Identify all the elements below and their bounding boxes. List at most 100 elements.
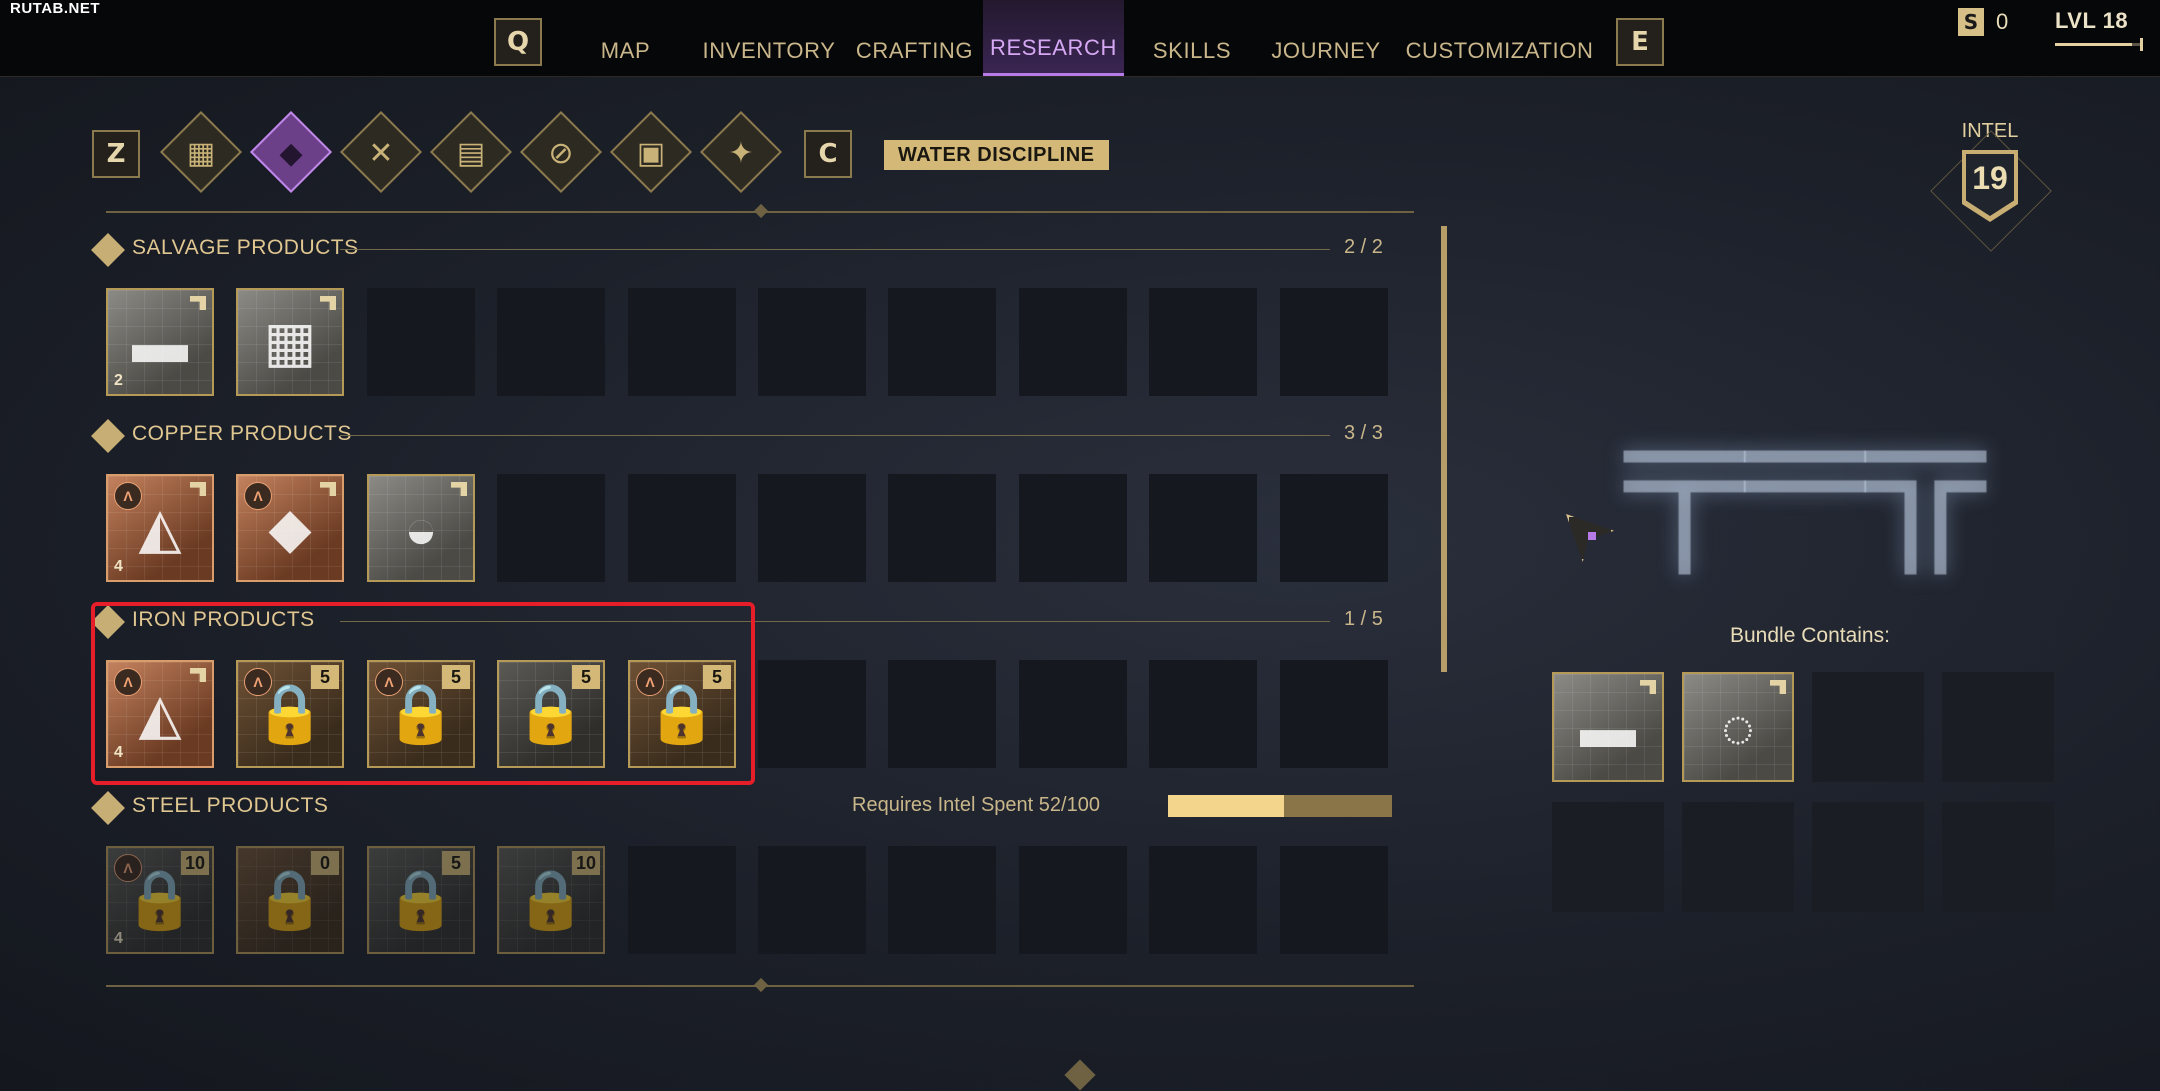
- copper-armor-item[interactable]: ◭ Λ 4: [106, 474, 214, 582]
- module-icon: ▣: [636, 136, 666, 170]
- intel-cost-badge: 10: [181, 851, 209, 875]
- bundle-empty-slot: [1812, 802, 1924, 912]
- stack-count: 4: [114, 930, 123, 947]
- cursor-dot: [1588, 532, 1596, 540]
- iron-products-highlight: [91, 602, 755, 785]
- sparkle-icon: ✦: [728, 136, 754, 170]
- currency-display: S 0: [1958, 8, 2008, 36]
- empty-slot: [1280, 474, 1388, 582]
- xp-progress-bar: [2055, 38, 2143, 51]
- bundle-empty-slot: [1942, 802, 2054, 912]
- section-icon-1: [91, 419, 125, 453]
- section-count: 2 / 2: [1344, 236, 1383, 258]
- tab-inventory[interactable]: INVENTORY: [701, 0, 837, 76]
- empty-slot: [888, 846, 996, 954]
- steel-locked-item-1[interactable]: 🔒 Λ 10 4: [106, 846, 214, 954]
- empty-slot: [888, 474, 996, 582]
- watermark: RUTAB.NET: [10, 0, 101, 17]
- empty-slot: [1149, 846, 1257, 954]
- salvage-smg-item[interactable]: ▬ 2: [106, 288, 214, 396]
- section-icon-0: [91, 233, 125, 267]
- empty-slot: [1280, 288, 1388, 396]
- section-count: 1 / 5: [1344, 608, 1383, 630]
- empty-slot: [1280, 846, 1388, 954]
- tier-icon: Λ: [114, 482, 142, 510]
- stack-count: 4: [114, 558, 123, 575]
- item-icon: ◌: [1721, 695, 1755, 759]
- player-level: LVL 18: [2055, 8, 2129, 33]
- empty-slot: [888, 660, 996, 768]
- section-underline: [340, 249, 1330, 250]
- item-icon: ◒: [404, 496, 438, 560]
- empty-slot: [888, 288, 996, 396]
- intel-cost-badge: 10: [572, 851, 600, 875]
- tab-skills[interactable]: SKILLS: [1148, 0, 1236, 76]
- section-icon-3: [91, 791, 125, 825]
- empty-slot: [1019, 288, 1127, 396]
- currency-icon: S: [1958, 8, 1984, 36]
- item-icon: ▬: [132, 310, 188, 374]
- empty-slot: [1019, 660, 1127, 768]
- empty-slot: [1019, 846, 1127, 954]
- salvage-workbench-item[interactable]: ▦: [236, 288, 344, 396]
- stack-count: 2: [114, 372, 123, 389]
- prev-discipline-key[interactable]: Z: [92, 130, 140, 178]
- intel-value: 19: [1972, 160, 2008, 196]
- steel-locked-item-2[interactable]: 🔒 0: [236, 846, 344, 954]
- tab-research[interactable]: RESEARCH: [983, 0, 1124, 76]
- empty-slot: [758, 660, 866, 768]
- copper-helmet-item[interactable]: ◒: [367, 474, 475, 582]
- bundle-empty-slot: [1942, 672, 2054, 782]
- empty-slot: [758, 288, 866, 396]
- research-scrollbar[interactable]: [1441, 226, 1447, 672]
- steel-locked-item-4[interactable]: 🔒 10: [497, 846, 605, 954]
- tab-journey[interactable]: JOURNEY: [1268, 0, 1384, 76]
- bundle-smg-item[interactable]: ▬: [1552, 672, 1664, 782]
- section-title: STEEL PRODUCTS: [132, 794, 329, 817]
- next-tab-key[interactable]: E: [1616, 18, 1664, 66]
- xp-bar-cap: [2140, 38, 2143, 51]
- empty-slot: [628, 846, 736, 954]
- bricks-icon: ▤: [456, 136, 486, 170]
- bundle-sling-item[interactable]: ◌: [1682, 672, 1794, 782]
- intel-cost-badge: 5: [442, 851, 470, 875]
- empty-slot: [497, 474, 605, 582]
- empty-slot: [1019, 474, 1127, 582]
- bundle-contains-label: Bundle Contains:: [1730, 624, 1890, 647]
- item-icon: ▦: [263, 310, 317, 373]
- empty-slot: [758, 474, 866, 582]
- water-drop-icon: ◆: [279, 136, 303, 170]
- steel-requirement-text: Requires Intel Spent 52/100: [852, 794, 1100, 816]
- steel-locked-item-3[interactable]: 🔒 5: [367, 846, 475, 954]
- scroll-up-marker[interactable]: [753, 203, 769, 219]
- page-bottom-marker: [1064, 1059, 1096, 1091]
- xp-progress-fill: [2055, 43, 2132, 46]
- empty-slot: [1149, 660, 1257, 768]
- empty-slot: [1149, 474, 1257, 582]
- empty-slot: [367, 288, 475, 396]
- scroll-down-marker[interactable]: [753, 977, 769, 993]
- item-icon: ▬: [1580, 695, 1636, 759]
- prev-tab-key[interactable]: Q: [494, 18, 542, 66]
- bundle-empty-slot: [1682, 802, 1794, 912]
- empty-slot: [628, 474, 736, 582]
- no-fire-icon: ⊘: [548, 136, 574, 170]
- section-title: COPPER PRODUCTS: [132, 422, 352, 445]
- empty-slot: [758, 846, 866, 954]
- empty-slot: [1280, 660, 1388, 768]
- currency-value: 0: [1996, 9, 2009, 34]
- bundle-empty-slot: [1552, 802, 1664, 912]
- next-discipline-key[interactable]: C: [804, 130, 852, 178]
- empty-slot: [628, 288, 736, 396]
- tier-icon: Λ: [114, 854, 142, 882]
- tab-crafting[interactable]: CRAFTING: [853, 0, 976, 76]
- steel-requirement-fill: [1168, 795, 1285, 817]
- empty-slot: [497, 288, 605, 396]
- copper-ammo-item[interactable]: ◆ Λ: [236, 474, 344, 582]
- intel-cost-badge: 0: [311, 851, 339, 875]
- discipline-title: WATER DISCIPLINE: [884, 140, 1109, 170]
- tab-customization[interactable]: CUSTOMIZATION: [1404, 0, 1595, 76]
- item-preview-rifle-icon: ╤═╦: [1624, 370, 1986, 560]
- crossed-tools-icon: ✕: [368, 136, 394, 170]
- tab-map[interactable]: MAP: [588, 0, 663, 76]
